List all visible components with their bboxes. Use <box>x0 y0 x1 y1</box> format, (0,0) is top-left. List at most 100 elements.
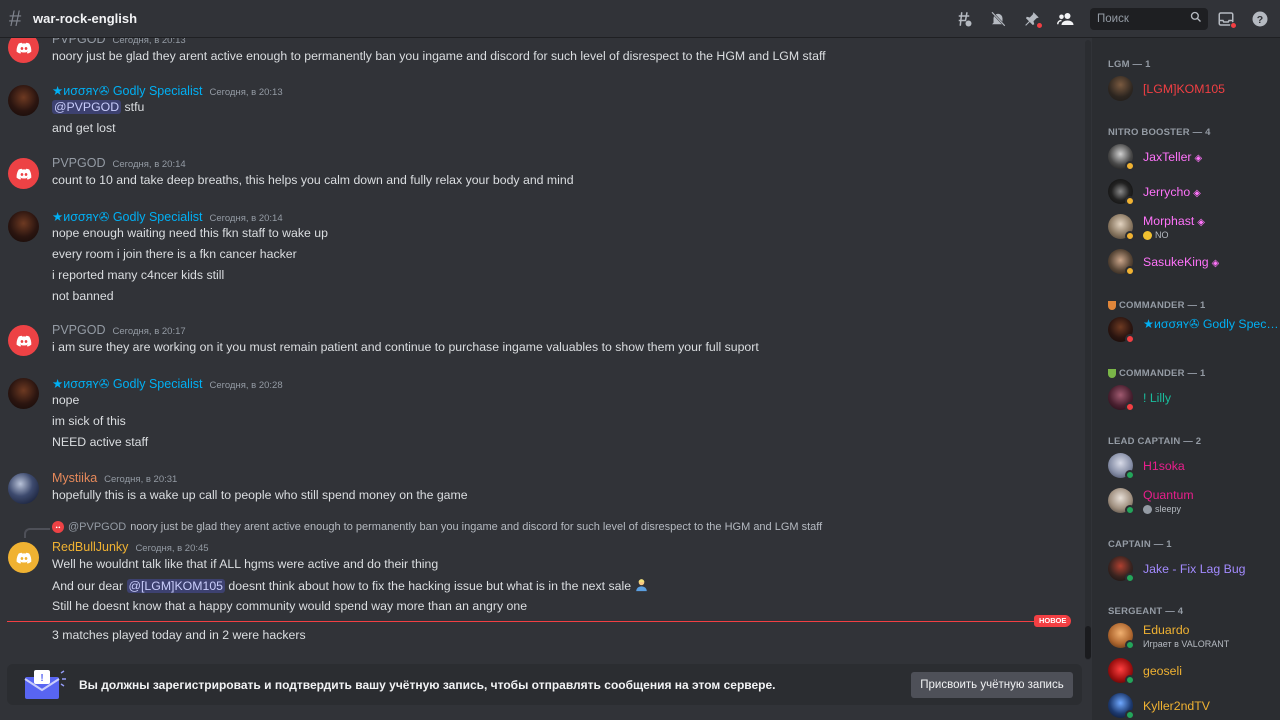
reply-preview[interactable]: @PVPGOD noory just be glad they arent ac… <box>52 521 822 533</box>
username[interactable]: PVPGOD <box>52 323 106 337</box>
pinned-messages-icon[interactable] <box>1020 7 1044 31</box>
message-text-part: And our dear <box>52 579 127 593</box>
message-list[interactable]: PVPGOD Сегодня, в 20:13 noory just be gl… <box>0 38 1088 660</box>
message-header: PVPGOD Сегодня, в 20:17 <box>52 323 186 337</box>
username[interactable]: Mystiika <box>52 471 97 485</box>
idle-status-icon <box>1125 266 1135 276</box>
timestamp: Сегодня, в 20:28 <box>209 380 283 391</box>
username[interactable]: ★ᴎσσяʏ✇ Godly Specialist <box>52 83 202 98</box>
username[interactable]: ★ᴎσσяʏ✇ Godly Specialist <box>52 376 202 391</box>
member-item[interactable]: geoseli <box>1108 658 1278 686</box>
role-header: SERGEANT — 4 <box>1108 606 1184 617</box>
member-item[interactable]: JaxTeller ◈ <box>1108 144 1278 172</box>
online-status-icon <box>1125 675 1135 685</box>
username[interactable]: PVPGOD <box>52 38 106 46</box>
new-messages-divider <box>7 621 1070 622</box>
message-text: Still he doesnt know that a happy commun… <box>52 599 528 613</box>
channel-name: war-rock-english <box>33 11 138 26</box>
sad-emoji-icon <box>1143 230 1152 240</box>
member-name: ! Lilly <box>1143 391 1172 405</box>
commander-medal-icon <box>1108 369 1116 378</box>
search-input[interactable]: Поиск <box>1090 8 1208 30</box>
inbox-icon[interactable] <box>1214 7 1238 31</box>
discord-logo-icon <box>16 42 31 54</box>
member-item[interactable]: [LGM]KOM105 <box>1108 76 1278 104</box>
avatar[interactable] <box>8 158 39 189</box>
message-header: PVPGOD Сегодня, в 20:14 <box>52 156 186 170</box>
discord-logo-icon <box>16 552 31 564</box>
member-activity: Играет в VALORANT <box>1143 639 1230 649</box>
user-mention[interactable]: @[LGM]KOM105 <box>126 579 226 593</box>
timestamp: Сегодня, в 20:17 <box>112 326 186 337</box>
status-text: NO <box>1155 230 1169 240</box>
message-header: RedBullJunky Сегодня, в 20:45 <box>52 540 209 554</box>
member-custom-status: sleepy <box>1143 504 1181 514</box>
member-name: SasukeKing ◈ <box>1143 255 1219 269</box>
member-name: [LGM]KOM105 <box>1143 82 1226 96</box>
message-header: Mystiika Сегодня, в 20:31 <box>52 471 177 485</box>
member-item[interactable]: Jerrycho ◈ <box>1108 179 1278 207</box>
username[interactable]: RedBullJunky <box>52 540 128 554</box>
message-text: noory just be glad they arent active eno… <box>52 49 826 63</box>
envelope-icon: ! <box>21 668 67 702</box>
message-header: ★ᴎσσяʏ✇ Godly Specialist Сегодня, в 20:2… <box>52 376 283 391</box>
discord-logo-icon <box>16 335 31 347</box>
avatar[interactable] <box>8 38 39 63</box>
avatar[interactable] <box>8 542 39 573</box>
search-icon <box>1190 10 1202 28</box>
role-header-text: COMMANDER — 1 <box>1119 300 1206 311</box>
member-list[interactable]: LGM — 1 [LGM]KOM105 NITRO BOOSTER — 4 Ja… <box>1092 38 1280 720</box>
member-item[interactable]: ! Lilly <box>1108 385 1278 413</box>
member-name: geoseli <box>1143 664 1182 678</box>
avatar[interactable] <box>8 85 39 116</box>
avatar[interactable] <box>8 473 39 504</box>
message-header: ★ᴎσσяʏ✇ Godly Specialist Сегодня, в 20:1… <box>52 83 283 98</box>
online-status-icon <box>1125 710 1135 720</box>
threads-icon[interactable] <box>952 7 976 31</box>
member-name: JaxTeller ◈ <box>1143 150 1202 164</box>
message-text-part: doesnt think about how to fix the hackin… <box>225 579 632 593</box>
commander-medal-icon <box>1108 301 1116 310</box>
timestamp: Сегодня, в 20:14 <box>209 213 283 224</box>
chat-scrollbar[interactable] <box>1085 40 1091 660</box>
member-name-text: Jerrycho <box>1143 185 1191 199</box>
message-text: nope <box>52 393 80 407</box>
member-item[interactable]: Quantum sleepy <box>1108 488 1278 516</box>
member-name-text: JaxTeller <box>1143 150 1192 164</box>
member-item[interactable]: Kyller2ndTV <box>1108 693 1278 720</box>
member-item[interactable]: Morphast ◈ NO <box>1108 214 1278 242</box>
sleep-emoji-icon <box>1143 504 1152 514</box>
username[interactable]: PVPGOD <box>52 156 106 170</box>
member-item[interactable]: Jake - Fix Lag Bug <box>1108 556 1278 584</box>
role-header: LEAD CAPTAIN — 2 <box>1108 436 1202 447</box>
username[interactable]: ★ᴎσσяʏ✇ Godly Specialist <box>52 209 202 224</box>
member-name: Eduardo <box>1143 623 1190 637</box>
avatar <box>1108 76 1133 101</box>
member-item[interactable]: ★ᴎσσяʏ✇ Godly Specialist <box>1108 317 1279 345</box>
svg-text:!: ! <box>40 673 43 684</box>
role-header: LGM — 1 <box>1108 59 1151 70</box>
member-custom-status: NO <box>1143 230 1169 240</box>
claim-account-button[interactable]: Присвоить учётную запись <box>911 671 1073 698</box>
online-status-icon <box>1125 470 1135 480</box>
online-status-icon <box>1125 573 1135 583</box>
help-icon[interactable]: ? <box>1248 7 1272 31</box>
timestamp: Сегодня, в 20:31 <box>104 474 178 485</box>
member-item[interactable]: SasukeKing ◈ <box>1108 249 1278 277</box>
scrollbar-thumb[interactable] <box>1085 626 1091 659</box>
dnd-status-icon <box>1125 334 1135 344</box>
avatar[interactable] <box>8 325 39 356</box>
member-name: ★ᴎσσяʏ✇ Godly Specialist <box>1143 317 1279 331</box>
member-list-icon[interactable] <box>1054 7 1078 31</box>
new-messages-badge: НОВОЕ <box>1034 615 1072 627</box>
reply-author[interactable]: @PVPGOD <box>68 521 126 533</box>
notification-settings-icon[interactable] <box>986 7 1010 31</box>
member-item[interactable]: Eduardo Играет в VALORANT <box>1108 623 1278 651</box>
user-mention[interactable]: @PVPGOD <box>52 100 122 114</box>
message-text: and get lost <box>52 121 116 135</box>
avatar[interactable] <box>8 211 39 242</box>
message-text: im sick of this <box>52 414 126 428</box>
member-name: Kyller2ndTV <box>1143 699 1210 713</box>
avatar[interactable] <box>8 378 39 409</box>
member-item[interactable]: H1soka <box>1108 453 1278 481</box>
